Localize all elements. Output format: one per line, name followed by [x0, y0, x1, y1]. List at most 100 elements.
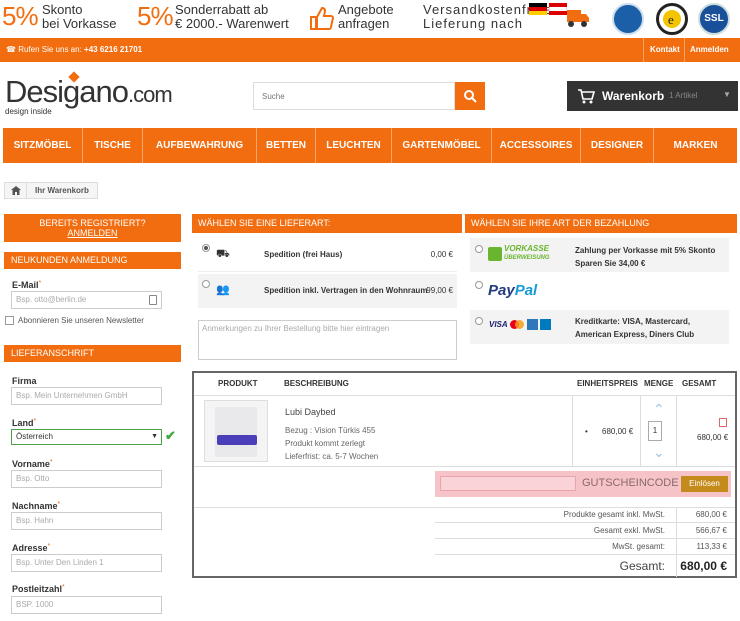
shipping-header: WÄHLEN SIE EINE LIEFERART: — [192, 214, 462, 233]
country-label: Land* — [12, 418, 37, 428]
voucher-input[interactable] — [440, 476, 576, 491]
trash-icon[interactable] — [719, 418, 727, 427]
quantity-stepper[interactable]: 1 — [648, 421, 662, 441]
grand-total-value: 680,00 € — [680, 559, 727, 573]
payment-option-paypal[interactable]: PayPal — [470, 274, 729, 308]
registered-login-box[interactable]: BEREITS REGISTRIERT? ANMELDEN — [4, 214, 181, 242]
country-select[interactable]: Österreich ▼ — [11, 429, 162, 445]
paypal-logo: PayPal — [488, 282, 538, 299]
sum-gross-label: Produkte gesamt inkl. MwSt. — [563, 510, 665, 519]
best-price-guarantee-badge-icon — [612, 3, 644, 35]
home-icon[interactable] — [5, 183, 27, 198]
quantity-increase-icon[interactable]: ⌃ — [653, 402, 665, 416]
main-nav: SITZMÖBEL TISCHE AUFBEWAHRUNG BETTEN LEU… — [3, 128, 737, 163]
amex-icon — [527, 319, 538, 330]
newsletter-label: Abonnieren Sie unseren Newsletter — [18, 316, 144, 325]
thumbs-up-icon — [308, 5, 335, 31]
cart-icon — [578, 89, 595, 104]
product-details: Bezug : Vision Türkis 455 Produkt kommt … — [285, 426, 379, 461]
promo-skonto-text: Skonto bei Vorkasse — [42, 2, 117, 31]
line-total: 680,00 € — [697, 433, 729, 442]
nav-item-designer[interactable]: DESIGNER — [581, 128, 654, 163]
delivery-address-header: LIEFERANSCHRIFT — [4, 345, 181, 362]
phone-info[interactable]: ☎ Rufen Sie uns an: +43 6216 21701 — [6, 45, 142, 54]
site-logo[interactable]: Desigano.com design inside — [5, 74, 173, 116]
flag-germany-icon — [529, 3, 547, 15]
promo-quote-text[interactable]: Angebote anfragen — [338, 3, 394, 31]
grand-total-label: Gesamt: — [619, 559, 665, 573]
carry-people-icon: 👥 — [216, 284, 230, 296]
last-name-field[interactable]: Bsp. Hahn — [11, 512, 162, 530]
trusted-shop-badge-icon: e — [656, 3, 688, 35]
last-name-label: Nachname* — [12, 501, 61, 511]
search-icon — [464, 90, 477, 103]
nav-item-accessoires[interactable]: ACCESSOIRES — [492, 128, 581, 163]
cart-button[interactable]: Warenkorb 1 Artikel ▼ — [567, 81, 738, 111]
company-field[interactable]: Bsp. Mein Unternehmen GmbH — [11, 387, 162, 405]
nav-item-betten[interactable]: BETTEN — [257, 128, 316, 163]
first-name-label: Vorname* — [12, 459, 53, 469]
payment-radio-creditcard[interactable] — [475, 317, 483, 325]
cart-count: 1 Artikel — [669, 91, 698, 100]
cart-label: Warenkorb — [602, 89, 665, 103]
email-label: E-Mail* — [12, 280, 42, 290]
shipping-option-carry-in[interactable]: 👥 Spedition inkl. Vertragen in den Wohnr… — [198, 274, 457, 308]
product-image[interactable] — [204, 400, 268, 462]
contact-link[interactable]: Kontakt — [650, 45, 680, 54]
nav-item-leuchten[interactable]: LEUCHTEN — [316, 128, 392, 163]
phone-icon: ☎ — [6, 45, 16, 54]
shipping-radio-carry-in[interactable] — [202, 280, 210, 288]
payment-header: WÄHLEN SIE IHRE ART DER BEZAHLUNG — [465, 214, 737, 233]
truck-icon: ⛟ — [216, 248, 230, 260]
vat-value: 113,33 € — [696, 542, 727, 551]
search-input[interactable] — [254, 83, 444, 109]
nav-item-sitzmoebel[interactable]: SITZMÖBEL — [3, 128, 83, 163]
address-field[interactable]: Bsp. Unter Den Linden 1 — [11, 554, 162, 572]
diners-club-icon — [540, 319, 551, 330]
chevron-down-icon: ▼ — [723, 90, 731, 99]
nav-item-tische[interactable]: TISCHE — [83, 128, 143, 163]
delivery-truck-icon — [566, 4, 590, 30]
newsletter-checkbox[interactable] — [5, 316, 14, 325]
shipping-radio-free[interactable] — [202, 244, 210, 252]
nav-item-aufbewahrung[interactable]: AUFBEWAHRUNG — [143, 128, 257, 163]
sum-net-label: Gesamt exkl. MwSt. — [593, 526, 665, 535]
ssl-badge-icon: SSL — [698, 3, 730, 35]
shipping-option-free[interactable]: ⛟ Spedition (frei Haus) 0,00 € — [198, 238, 457, 272]
payment-radio-prepay[interactable] — [475, 245, 483, 253]
cart-table: PRODUKT BESCHREIBUNG EINHEITSPREIS MENGE… — [192, 371, 737, 578]
login-link-left[interactable]: ANMELDEN — [4, 228, 181, 238]
search-button[interactable] — [455, 82, 485, 110]
top-bar: ☎ Rufen Sie uns an: +43 6216 21701 Konta… — [0, 38, 740, 62]
quantity-decrease-icon[interactable]: ⌄ — [653, 445, 665, 459]
new-customer-header: NEUKUNDEN ANMELDUNG — [4, 252, 181, 269]
payment-option-creditcard[interactable]: VISA Kreditkarte: VISA, Mastercard, Amer… — [470, 310, 729, 344]
search-box — [253, 82, 455, 110]
voucher-box: GUTSCHEINCODE Einlösen — [435, 471, 731, 497]
nav-item-gartenmoebel[interactable]: GARTENMÖBEL — [392, 128, 492, 163]
order-notes-textarea[interactable]: Anmerkungen zu Ihrer Bestellung bitte hi… — [198, 320, 457, 360]
payment-option-prepay[interactable]: VORKASSE ÜBERWEISUNG Zahlung per Vorkasse… — [470, 238, 729, 272]
postal-code-label: Postleitzahl* — [12, 584, 65, 594]
login-link[interactable]: Anmelden — [690, 45, 729, 54]
visa-logo: VISA — [489, 320, 508, 329]
postal-code-field[interactable]: BSP. 1000 — [11, 596, 162, 614]
vorkasse-logo: VORKASSE ÜBERWEISUNG — [488, 245, 552, 263]
chevron-down-icon: ▼ — [151, 433, 158, 440]
address-label: Adresse* — [12, 543, 51, 553]
contact-card-icon — [149, 295, 157, 305]
sum-gross-value: 680,00 € — [695, 510, 727, 519]
company-label: Firma — [12, 376, 37, 386]
product-name[interactable]: Lubi Daybed — [285, 407, 336, 417]
svg-text:e: e — [668, 12, 674, 27]
nav-item-marken[interactable]: MARKEN — [654, 128, 737, 163]
redeem-voucher-button[interactable]: Einlösen — [681, 476, 728, 492]
promo-bar: 5% Skonto bei Vorkasse 5% Sonderrabatt a… — [0, 0, 740, 38]
flag-austria-icon — [549, 3, 567, 15]
first-name-field[interactable]: Bsp. Otto — [11, 470, 162, 488]
email-field[interactable]: Bsp. otto@berlin.de — [11, 291, 162, 309]
sum-net-value: 566,67 € — [695, 526, 727, 535]
voucher-label: GUTSCHEINCODE — [582, 477, 679, 489]
payment-radio-paypal[interactable] — [475, 281, 483, 289]
breadcrumb: Ihr Warenkorb — [4, 182, 98, 199]
